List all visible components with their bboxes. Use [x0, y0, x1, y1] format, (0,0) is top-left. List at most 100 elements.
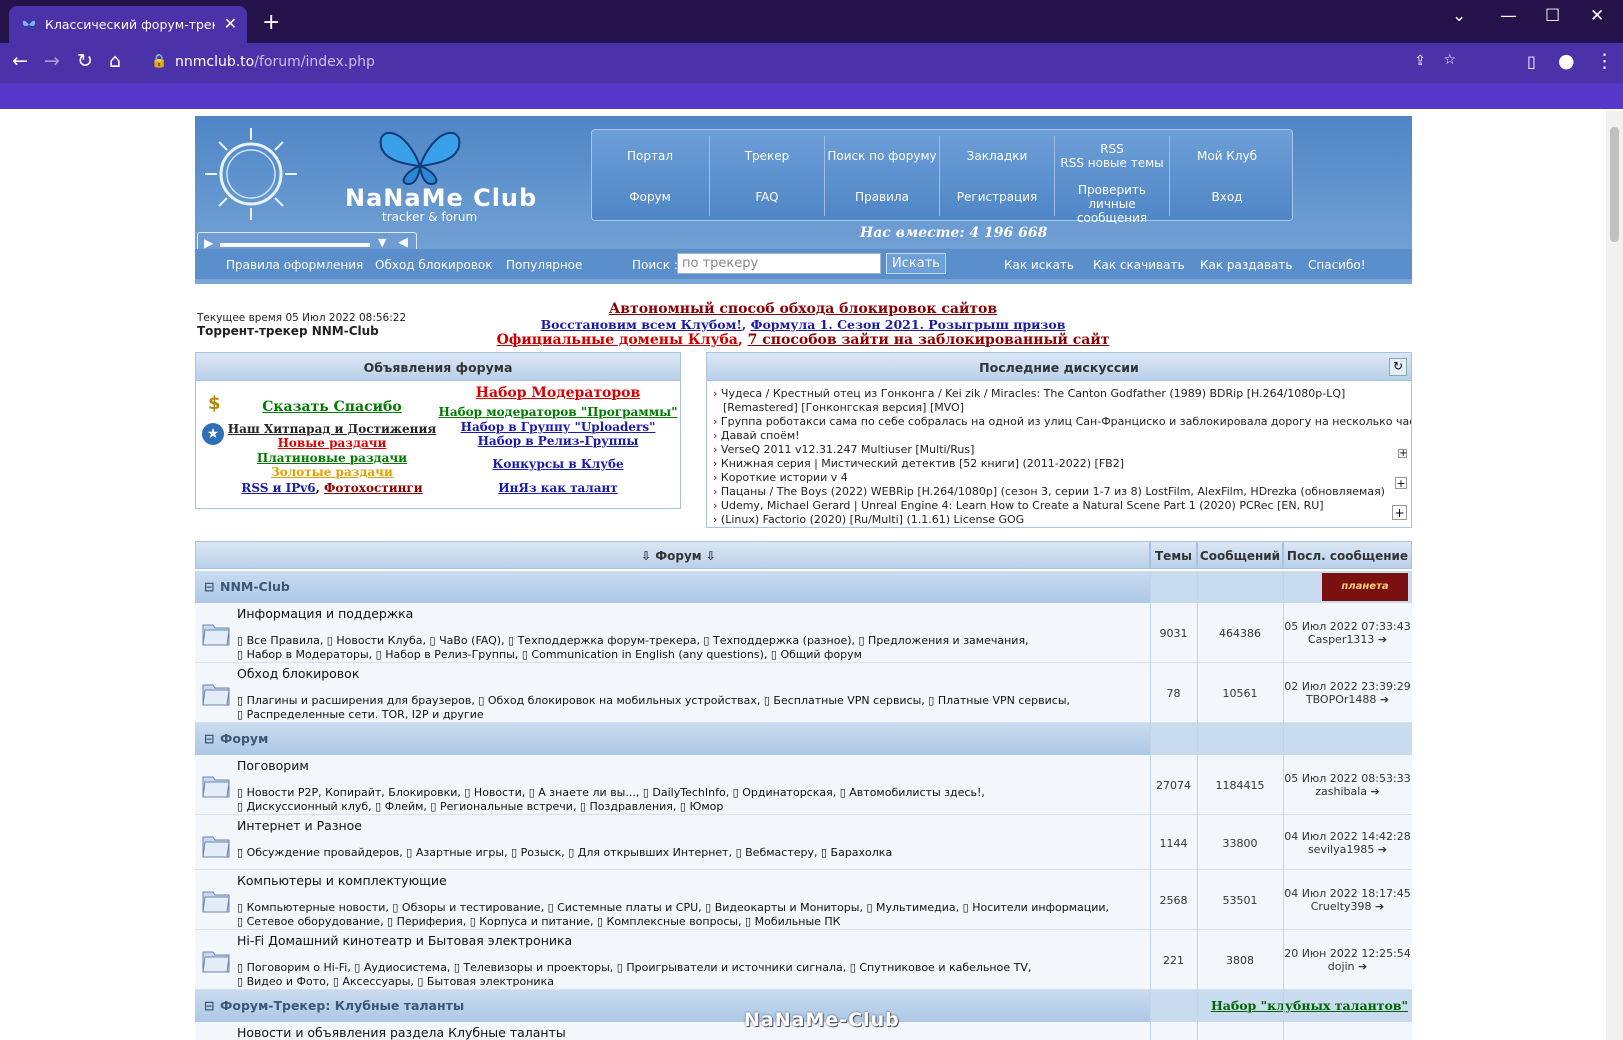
forum-title[interactable]: Информация и поддержка	[237, 606, 413, 621]
nav-formatting-rules[interactable]: Правила оформления	[226, 258, 363, 272]
menu-register[interactable]: Регистрация	[939, 190, 1055, 204]
last-post[interactable]: 02 Июл 2022 23:39:29 TBOPOr1488 ➔	[1283, 680, 1412, 706]
link-say-thanks[interactable]: Сказать Спасибо	[262, 399, 401, 415]
link-language-talent[interactable]: ИнЯз как талант	[498, 481, 618, 495]
last-post[interactable]: 04 Июл 2022 14:42:28 sevilya1985 ➔	[1283, 830, 1412, 856]
forum-title[interactable]: Компьютеры и комплектующие	[237, 873, 447, 888]
discussion-item[interactable]: › VerseQ 2011 v12.31.247 Multiuser [Mult…	[713, 443, 974, 456]
expand-icon[interactable]: +	[1395, 477, 1407, 489]
category-label[interactable]: Форум-Трекер: Клубные таланты	[220, 998, 464, 1013]
search-input[interactable]: по трекеру	[677, 253, 881, 274]
forum-row[interactable]: Обход блокировок ▯ Плагины и расширения …	[195, 663, 1412, 723]
discussion-item[interactable]: › Чудеса / Крестный отец из Гонконга / K…	[713, 387, 1345, 400]
menu-rules[interactable]: Правила	[824, 190, 940, 204]
forum-title[interactable]: Интернет и Разное	[237, 818, 362, 833]
forum-row[interactable]: Интернет и Разное ▯ Обсуждение провайдер…	[195, 815, 1412, 870]
discussion-item[interactable]: › Udemy, Michael Gerard | Unreal Engine …	[713, 499, 1324, 512]
link-platinum[interactable]: Платиновые раздачи	[257, 451, 407, 465]
page-scrollbar[interactable]	[1606, 111, 1623, 1040]
home-icon[interactable]: ⌂	[109, 50, 121, 72]
category-label[interactable]: NNM-Club	[220, 579, 290, 594]
collapse-icon[interactable]: ⊟	[204, 731, 214, 746]
discussion-item[interactable]: › (Linux) Factorio (2020) [Ru/Multi] (1.…	[713, 513, 1024, 526]
subforum-links[interactable]: ▯ Все Правила, ▯ Новости Клуба, ▯ ЧаВо (…	[237, 634, 1127, 662]
address-bar[interactable]: 🔒 nnmclub.to/forum/index.php ⇪ ☆	[141, 47, 1476, 79]
last-post[interactable]: 20 Июн 2022 12:25:54 dojin ➔	[1283, 947, 1412, 973]
category-nnm-club[interactable]: ⊟ NNM-Club	[195, 571, 1150, 603]
nav-thanks[interactable]: Спасибо!	[1308, 258, 1366, 272]
search-button[interactable]: Искать	[886, 253, 946, 274]
menu-my-club[interactable]: Мой Клуб	[1169, 149, 1285, 163]
link-hitparade[interactable]: Наш Хитпарад и Достижения	[228, 422, 436, 436]
nav-how-seed[interactable]: Как раздавать	[1200, 258, 1292, 272]
forum-row[interactable]: Поговорим ▯ Новости P2P, Копирайт, Блоки…	[195, 755, 1412, 815]
expand-icon[interactable]: +	[1392, 505, 1407, 520]
scrollbar-thumb[interactable]	[1610, 127, 1619, 242]
subforum-links[interactable]: ▯ Обсуждение провайдеров, ▯ Азартные игр…	[237, 846, 1127, 860]
logo-text[interactable]: NaNaMe Club	[345, 184, 537, 212]
browser-tab[interactable]: Классический форум-трекер :: ✕	[9, 6, 247, 43]
notice-domains-link[interactable]: Официальные домены Клуба	[497, 332, 738, 348]
last-post[interactable]: 05 Июл 2022 08:53:33 zashibala ➔	[1283, 772, 1412, 798]
link-moderators-programs[interactable]: Набор модераторов "Программы"	[439, 405, 678, 419]
subforum-links[interactable]: ▯ Новости P2P, Копирайт, Блокировки, ▯ Н…	[237, 786, 1127, 814]
notice-formula1-link[interactable]: Формула 1. Сезон 2021. Розыгрыш призов	[751, 317, 1066, 332]
menu-rss[interactable]: RSS RSS новые темы	[1054, 142, 1170, 170]
forum-title[interactable]: Новости и объявления раздела Клубные тал…	[237, 1025, 566, 1040]
dropdown-icon[interactable]: ▼	[378, 236, 386, 249]
new-tab-icon[interactable]: +	[262, 10, 280, 35]
forum-row[interactable]: Информация и поддержка ▯ Все Правила, ▯ …	[195, 603, 1412, 663]
forum-title[interactable]: Поговорим	[237, 758, 309, 773]
menu-bookmarks[interactable]: Закладки	[939, 149, 1055, 163]
link-contests[interactable]: Конкурсы в Клубе	[492, 457, 623, 471]
tab-search-icon[interactable]: ⌄	[1452, 6, 1466, 26]
link-rss-ipv6[interactable]: RSS и IPv6	[241, 481, 315, 495]
player-progress[interactable]	[220, 243, 370, 247]
menu-check-pm[interactable]: Проверить личные сообщения	[1054, 183, 1170, 225]
link-moderators[interactable]: Набор Модераторов	[476, 385, 640, 401]
bookmark-star-icon[interactable]: ☆	[1443, 52, 1456, 68]
expand-icon[interactable]: +	[1398, 449, 1407, 459]
subforum-links[interactable]: ▯ Поговорим о Hi-Fi, ▯ Аудиосистема, ▯ Т…	[237, 961, 1127, 989]
forum-title[interactable]: Обход блокировок	[237, 666, 359, 681]
close-tab-icon[interactable]: ✕	[224, 14, 237, 33]
notice-restore-link[interactable]: Восстановим всем Клубом!	[541, 317, 742, 332]
notice-bypass[interactable]: Автономный способ обхода блокировок сайт…	[0, 301, 1606, 317]
category-label[interactable]: Форум	[220, 731, 268, 746]
maximize-icon[interactable]: ☐	[1545, 6, 1560, 26]
profile-icon[interactable]: ●	[1558, 50, 1575, 72]
minimize-icon[interactable]: —	[1500, 6, 1517, 26]
lock-icon[interactable]: 🔒	[151, 54, 167, 69]
forum-row[interactable]: Компьютеры и комплектующие ▯ Компьютерны…	[195, 870, 1412, 930]
notice-7ways-link[interactable]: 7 способов зайти на заблокированный сайт	[748, 332, 1110, 348]
close-window-icon[interactable]: ✕	[1590, 6, 1604, 26]
collapse-icon[interactable]: ⊟	[204, 579, 214, 594]
menu-portal[interactable]: Портал	[592, 149, 708, 163]
collapse-icon[interactable]: ⊟	[204, 998, 214, 1013]
nav-bypass-blocks[interactable]: Обход блокировок	[375, 258, 492, 272]
discussion-item[interactable]: › Пацаны / The Boys (2022) WEBRip [H.264…	[713, 485, 1385, 498]
link-release-groups[interactable]: Набор в Релиз-Группы	[478, 434, 639, 448]
menu-login[interactable]: Вход	[1169, 190, 1285, 204]
menu-forum[interactable]: Форум	[592, 190, 708, 204]
volume-icon[interactable]: ◀	[398, 235, 408, 250]
category-forum[interactable]: ⊟ Форум	[195, 723, 1150, 755]
last-post[interactable]: 05 Июл 2022 07:33:43 Casper1313 ➔	[1283, 620, 1412, 646]
planet-banner[interactable]: планета	[1322, 573, 1408, 601]
nav-how-download[interactable]: Как скачивать	[1093, 258, 1185, 272]
back-icon[interactable]: ←	[12, 50, 28, 72]
discussion-item-cont[interactable]: [Remastered] [Гонконгская версия] [MVO]	[723, 401, 964, 414]
discussion-item[interactable]: › Группа роботакси сама по себе собралас…	[713, 415, 1411, 428]
category-club-talents[interactable]: ⊟ Форум-Трекер: Клубные таланты	[195, 990, 1150, 1022]
subforum-links[interactable]: ▯ Компьютерные новости, ▯ Обзоры и тести…	[237, 901, 1127, 929]
discussion-item[interactable]: › Давай споём!	[713, 429, 800, 442]
forward-icon[interactable]: →	[44, 50, 60, 72]
forum-title[interactable]: Hi-Fi Домашний кинотеатр и Бытовая элект…	[237, 933, 572, 948]
forum-row[interactable]: Hi-Fi Домашний кинотеатр и Бытовая элект…	[195, 930, 1412, 990]
play-icon[interactable]: ▶	[204, 236, 213, 250]
link-gold[interactable]: Золотые раздачи	[271, 465, 393, 479]
last-post[interactable]: 04 Июл 2022 18:17:45 Cruelty398 ➔	[1283, 887, 1412, 913]
reload-icon[interactable]: ↻	[77, 50, 93, 72]
menu-faq[interactable]: FAQ	[709, 190, 825, 204]
discussion-item[interactable]: › Короткие истории v 4	[713, 471, 848, 484]
